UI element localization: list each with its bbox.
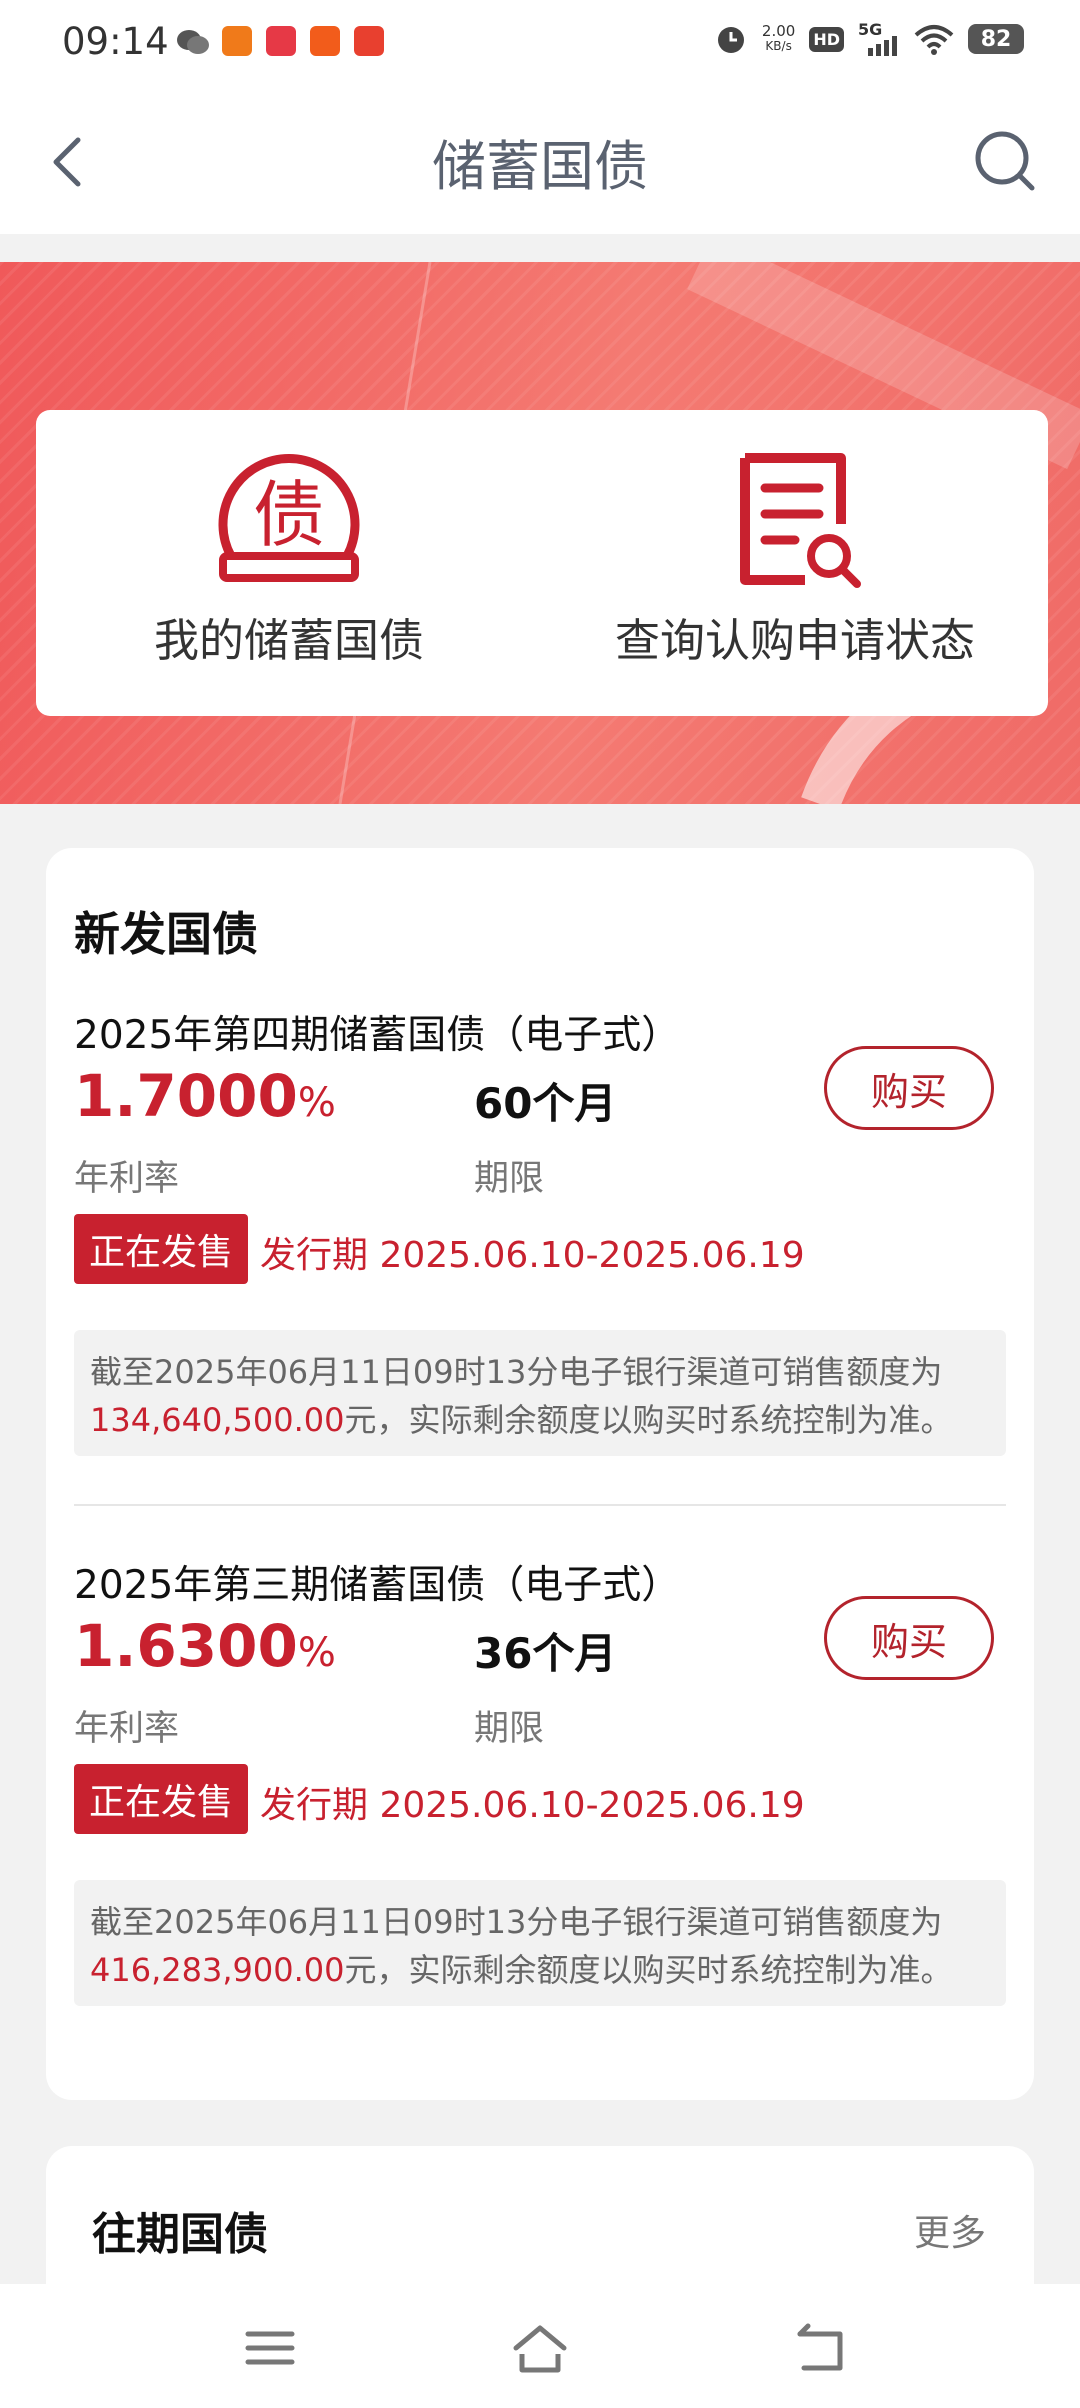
app-notification-icon xyxy=(222,26,252,56)
query-status-entry[interactable]: 查询认购申请状态 xyxy=(542,410,1048,716)
quick-actions-card: 债 我的储蓄国债 查询认购申请状态 xyxy=(36,410,1048,716)
notice-prefix: 截至2025年06月11日09时13分电子银行渠道可销售额度为 xyxy=(90,1353,943,1391)
back-nav-icon[interactable] xyxy=(790,2318,850,2378)
status-badge: 正在发售 xyxy=(74,1214,248,1284)
hd-badge: HD xyxy=(809,26,844,52)
app-notification-icon xyxy=(310,26,340,56)
notice-prefix: 截至2025年06月11日09时13分电子银行渠道可销售额度为 xyxy=(90,1903,943,1941)
speed-value: 2.00 xyxy=(761,22,796,40)
rate-label: 年利率 xyxy=(74,1709,180,1749)
bond-icon-char: 债 xyxy=(253,473,325,557)
search-icon[interactable] xyxy=(964,122,1044,202)
buy-button[interactable]: 购买 xyxy=(824,1596,994,1680)
notice-suffix: 元，实际剩余额度以购买时系统控制为准。 xyxy=(344,1401,953,1439)
term-label: 期限 xyxy=(474,1159,545,1199)
menu-icon[interactable] xyxy=(240,2318,300,2378)
network-speed: 2.00 KB/s xyxy=(762,24,795,54)
status-badge: 正在发售 xyxy=(74,1764,248,1834)
app-notification-icon xyxy=(354,26,384,56)
section-title-past-bonds: 往期国债 xyxy=(92,2209,268,2260)
more-link[interactable]: 更多 xyxy=(914,2204,986,2256)
divider xyxy=(74,1504,1006,1506)
issue-period: 发行期 2025.06.10-2025.06.19 xyxy=(260,1785,805,1826)
rate-unit: % xyxy=(297,1080,336,1126)
query-status-label: 查询认购申请状态 xyxy=(614,614,975,667)
alarm-icon xyxy=(717,27,744,53)
my-bonds-label: 我的储蓄国债 xyxy=(153,614,424,667)
bond-rate: 1.6300% xyxy=(74,1612,336,1680)
battery-indicator: 82 xyxy=(968,24,1024,54)
buy-button[interactable]: 购买 xyxy=(824,1046,994,1130)
wechat-icon xyxy=(177,30,209,54)
hero-banner: 债 我的储蓄国债 查询认购申请状态 xyxy=(0,262,1080,804)
bond-item: 2025年第三期储蓄国债（电子式） 1.6300% 年利率 36个月 期限 购买… xyxy=(74,1554,1006,2014)
notice-amount: 134,640,500.00 xyxy=(90,1401,345,1439)
notice-amount: 416,283,900.00 xyxy=(90,1951,345,1989)
rate-value: 1.6300 xyxy=(74,1612,298,1680)
signal-icon: 5G xyxy=(858,20,900,56)
top-nav-bar: 储蓄国债 xyxy=(0,86,1080,234)
bond-item: 2025年第四期储蓄国债（电子式） 1.7000% 年利率 60个月 期限 购买… xyxy=(74,1004,1006,1464)
rate-unit: % xyxy=(297,1630,336,1676)
bond-icon: 债 xyxy=(218,454,360,582)
issue-period: 发行期 2025.06.10-2025.06.19 xyxy=(260,1235,805,1276)
new-bonds-card: 新发国债 2025年第四期储蓄国债（电子式） 1.7000% 年利率 60个月 … xyxy=(46,848,1034,2100)
app-notification-icon xyxy=(266,26,296,56)
rate-value: 1.7000 xyxy=(74,1062,298,1130)
speed-unit: KB/s xyxy=(765,39,792,53)
bond-term: 36个月 xyxy=(474,1629,617,1678)
quota-notice: 截至2025年06月11日09时13分电子银行渠道可销售额度为 416,283,9… xyxy=(74,1880,1006,2006)
term-label: 期限 xyxy=(474,1709,545,1749)
section-title-new-bonds: 新发国债 xyxy=(74,907,258,961)
document-search-icon xyxy=(740,453,861,588)
quota-notice: 截至2025年06月11日09时13分电子银行渠道可销售额度为 134,640,5… xyxy=(74,1330,1006,1456)
status-bar: 09:14 2.00 KB/s HD 5G 82 xyxy=(0,0,1080,86)
bond-rate: 1.7000% xyxy=(74,1062,336,1130)
page-title: 储蓄国债 xyxy=(432,135,648,198)
home-icon[interactable] xyxy=(510,2318,570,2378)
status-time: 09:14 xyxy=(62,20,169,63)
rate-label: 年利率 xyxy=(74,1159,180,1199)
system-nav-bar xyxy=(0,2284,1080,2408)
notice-suffix: 元，实际剩余额度以购买时系统控制为准。 xyxy=(344,1951,953,1989)
bond-term: 60个月 xyxy=(474,1079,617,1128)
my-bonds-entry[interactable]: 债 我的储蓄国债 xyxy=(36,410,542,716)
wifi-icon xyxy=(914,25,954,55)
